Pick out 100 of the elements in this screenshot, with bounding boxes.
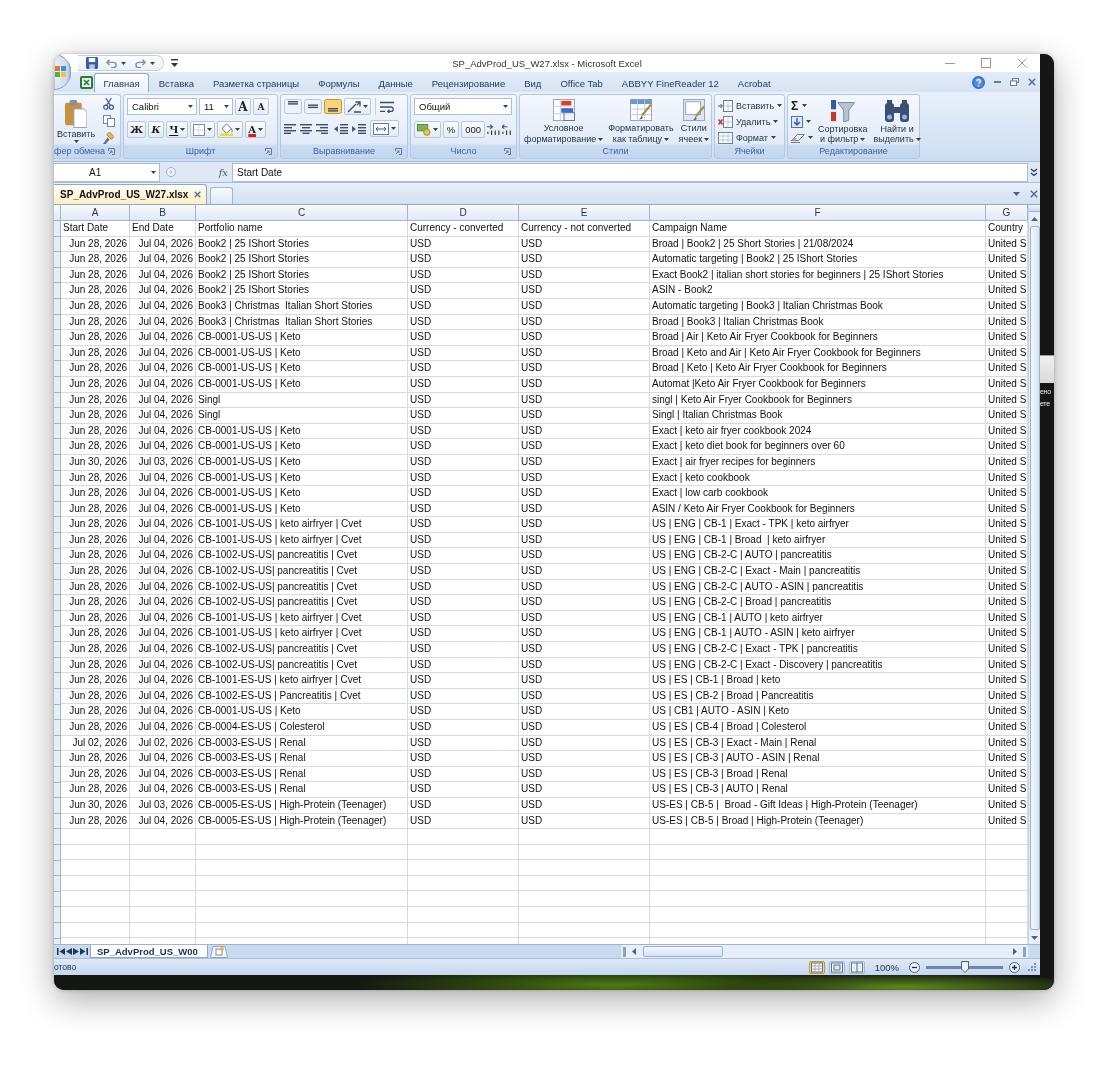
previous-sheet-icon[interactable] [65, 948, 72, 955]
dialog-launcher-icon[interactable] [265, 147, 272, 155]
borders-button[interactable] [190, 121, 216, 138]
indent-increase-icon[interactable] [352, 123, 366, 134]
close-icon[interactable] [194, 191, 202, 198]
format-cells-button[interactable]: Формат [718, 130, 776, 145]
page-layout-view-icon[interactable] [828, 960, 845, 974]
thousands-button[interactable]: 000 [461, 121, 486, 138]
insert-function-button[interactable]: fx [218, 166, 228, 178]
scrollbar-thumb[interactable] [643, 946, 723, 957]
scroll-down-icon[interactable] [1031, 935, 1038, 940]
column-header[interactable]: A [61, 205, 130, 221]
expand-icon[interactable] [1030, 167, 1038, 177]
delete-cells-button[interactable]: Удалить [718, 114, 779, 129]
currency-format-button[interactable] [414, 121, 441, 138]
formula-input[interactable]: Start Date [232, 162, 1028, 182]
sort-filter-button[interactable]: Сортировка и фильтр [817, 98, 869, 145]
scroll-right-icon[interactable] [1013, 948, 1017, 955]
ribbon-tab[interactable]: Главная [94, 73, 150, 92]
column-header[interactable]: F [650, 205, 986, 221]
paste-button[interactable]: Вставить [57, 99, 96, 143]
sheet-tab[interactable]: SP_AdvProd_US_W00 [90, 945, 208, 958]
merge-cells-button[interactable] [370, 120, 399, 137]
ribbon-tab[interactable]: Формулы [308, 73, 369, 92]
decimal-increase-icon[interactable] [487, 124, 500, 135]
normal-view-icon[interactable] [808, 960, 825, 974]
fill-button[interactable] [791, 114, 811, 129]
page-break-view-icon[interactable] [848, 960, 865, 974]
name-box[interactable]: A1 [54, 162, 160, 182]
document-tab[interactable]: SP_AdvProd_US_W27.xlsx [54, 184, 208, 204]
toolbar-menu-icon[interactable] [171, 59, 178, 67]
grow-font-button[interactable]: A [235, 98, 251, 115]
align-right-icon[interactable] [316, 123, 328, 134]
column-header[interactable]: C [196, 205, 408, 221]
underline-button[interactable]: Ч [166, 121, 189, 138]
number-format-dropdown[interactable]: Общий [414, 98, 512, 115]
zoom-in-icon[interactable] [1009, 961, 1020, 973]
align-center-icon[interactable] [300, 123, 312, 134]
splitter-handle-icon[interactable] [166, 167, 176, 177]
next-sheet-icon[interactable] [72, 948, 79, 955]
undo-icon[interactable] [106, 58, 117, 68]
splitter-handle-icon[interactable] [1023, 946, 1026, 957]
zoom-slider-thumb[interactable] [960, 961, 969, 973]
minimize-icon[interactable] [945, 62, 955, 64]
close-icon[interactable] [1030, 189, 1038, 198]
last-sheet-icon[interactable] [79, 948, 88, 955]
align-left-icon[interactable] [284, 123, 296, 134]
ribbon-tab[interactable]: Вид [514, 73, 551, 92]
save-icon[interactable] [86, 57, 98, 69]
scissors-icon[interactable] [103, 98, 115, 110]
ribbon-tab[interactable]: Рецензирование [422, 73, 515, 92]
zoom-level-text[interactable]: 100% [874, 961, 899, 973]
align-bottom-icon[interactable] [324, 99, 342, 114]
ribbon-tab[interactable]: Office Tab [550, 73, 613, 92]
scroll-up-icon[interactable] [1031, 216, 1038, 221]
find-select-button[interactable]: Найти и выделить [872, 98, 922, 145]
font-name-dropdown[interactable]: Calibri [127, 98, 197, 115]
dialog-launcher-icon[interactable] [395, 147, 402, 155]
maximize-icon[interactable] [981, 58, 991, 68]
insert-cells-button[interactable]: Вставить [718, 98, 783, 113]
conditional-formatting-button[interactable]: Условное форматирование [523, 98, 605, 144]
align-middle-icon[interactable] [304, 99, 322, 114]
spreadsheet-logo-icon[interactable] [80, 75, 93, 89]
ribbon-tab[interactable]: Acrobat [728, 73, 781, 92]
fill-color-button[interactable] [217, 121, 244, 138]
brush-icon[interactable] [103, 132, 115, 144]
restore-icon[interactable] [1010, 78, 1019, 86]
ribbon-tab[interactable]: Данные [369, 73, 423, 92]
bold-button[interactable]: Ж [127, 121, 147, 138]
indent-decrease-icon[interactable] [334, 123, 348, 134]
help-icon[interactable] [972, 75, 985, 89]
redo-icon[interactable] [135, 58, 146, 68]
close-icon[interactable] [1028, 78, 1036, 86]
caret-icon[interactable] [1013, 191, 1020, 196]
italic-button[interactable]: К [148, 121, 165, 138]
first-sheet-icon[interactable] [56, 948, 65, 955]
percent-button[interactable]: % [442, 121, 460, 138]
dialog-launcher-icon[interactable] [108, 147, 115, 155]
splitter-handle-icon[interactable] [623, 946, 626, 957]
font-size-dropdown[interactable]: 11 [199, 98, 233, 115]
shrink-font-button[interactable]: A [253, 98, 269, 115]
resize-grip-icon[interactable] [1028, 963, 1036, 971]
dialog-launcher-icon[interactable] [504, 147, 511, 155]
ribbon-tab[interactable]: Разметка страницы [203, 73, 309, 92]
column-header[interactable]: G [986, 205, 1028, 221]
column-header[interactable]: D [408, 205, 519, 221]
wrap-text-icon[interactable] [380, 100, 394, 113]
cell-styles-button[interactable]: Стили ячеек [677, 98, 711, 144]
close-icon[interactable] [1017, 58, 1027, 68]
ribbon-tab[interactable]: ABBYY FineReader 12 [612, 73, 729, 92]
column-header[interactable]: B [130, 205, 196, 221]
zoom-out-icon[interactable] [909, 961, 920, 973]
ribbon-tab[interactable]: Вставка [149, 73, 204, 92]
caret-icon[interactable] [121, 61, 126, 65]
font-color-button[interactable]: A [245, 121, 267, 138]
caret-icon[interactable] [150, 61, 155, 65]
column-header[interactable]: E [519, 205, 650, 221]
format-as-table-button[interactable]: Форматировать как таблицу [607, 98, 675, 144]
text-angle-button[interactable] [344, 98, 371, 115]
autosum-button[interactable]: Σ [791, 98, 808, 113]
